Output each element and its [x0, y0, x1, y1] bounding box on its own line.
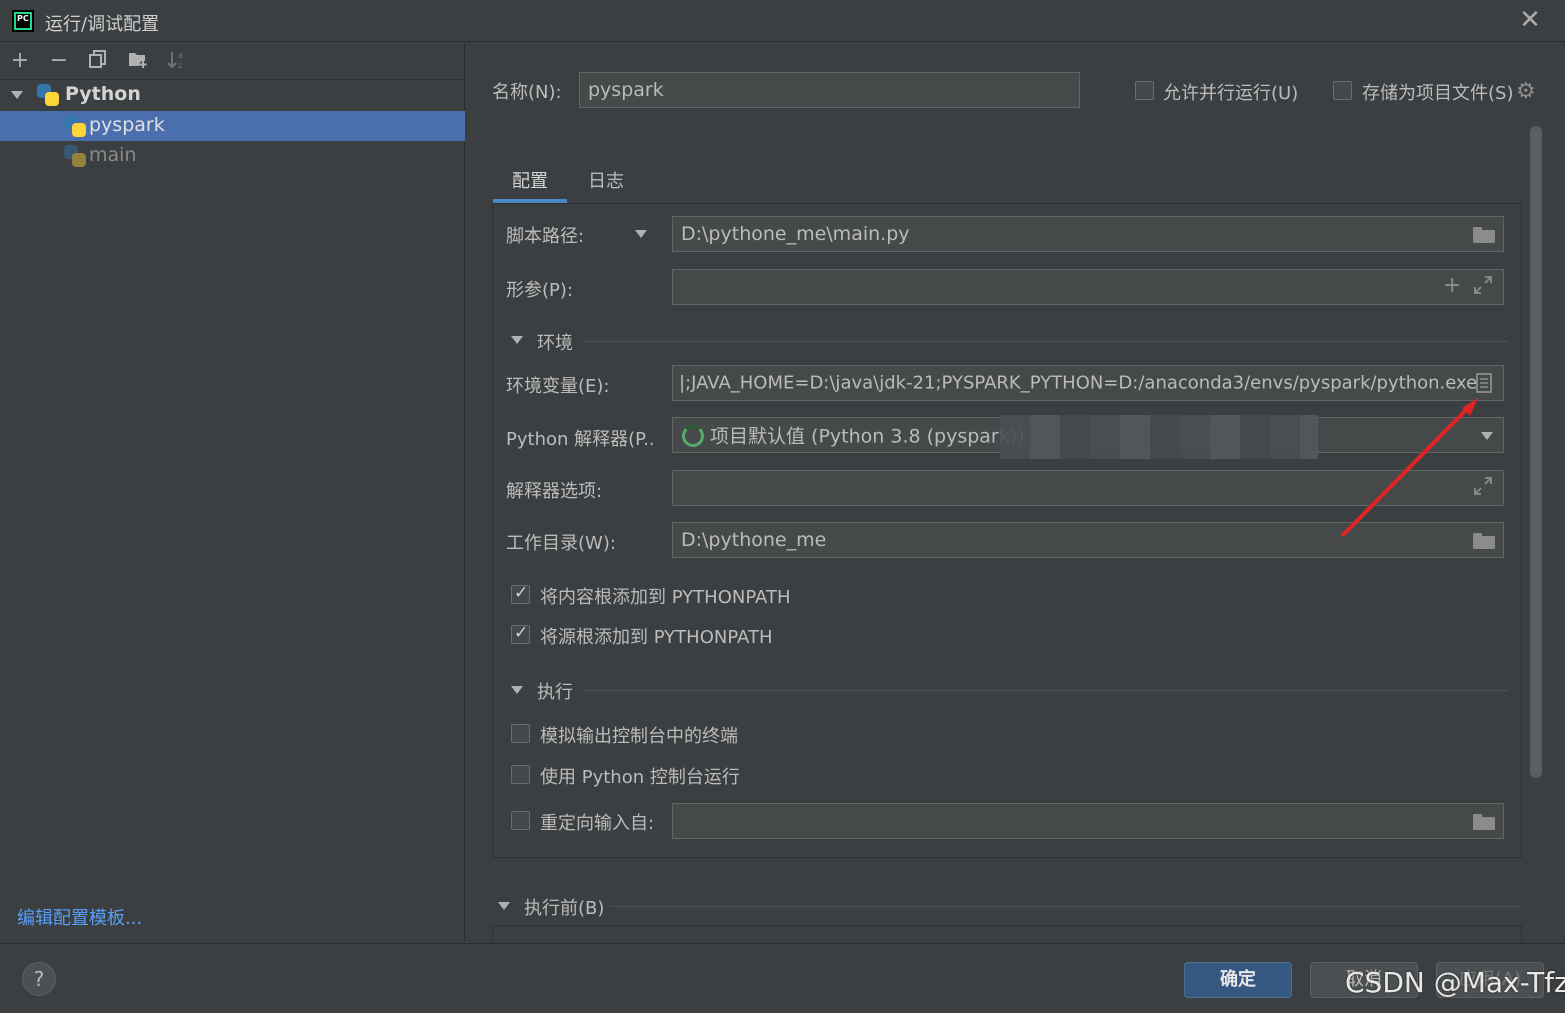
emulate-terminal-checkbox[interactable]: [511, 724, 530, 743]
emulate-terminal-label: 模拟输出控制台中的终端: [540, 726, 738, 747]
allow-parallel-checkbox[interactable]: [1135, 81, 1154, 100]
before-launch-panel: [492, 925, 1522, 943]
folder-icon[interactable]: [1473, 814, 1495, 830]
tree-item-pyspark[interactable]: pyspark: [0, 111, 465, 141]
tree-root-label: Python: [65, 83, 141, 105]
name-input[interactable]: pyspark: [579, 72, 1080, 108]
sort-icon[interactable]: az: [165, 49, 189, 73]
new-folder-icon[interactable]: [126, 49, 150, 73]
store-as-file-checkbox[interactable]: [1333, 81, 1352, 100]
csdn-watermark: CSDN @Max-Tfz: [1345, 966, 1565, 999]
python-icon: [64, 115, 86, 137]
interpreter-label: Python 解释器(P..: [506, 429, 655, 450]
add-source-roots-checkbox[interactable]: [511, 623, 530, 644]
add-source-roots-label: 将源根添加到 PYTHONPATH: [540, 627, 773, 648]
python-console-label: 使用 Python 控制台运行: [540, 767, 740, 788]
env-section-title: 环境: [537, 333, 573, 354]
tree-node-python[interactable]: Python: [0, 80, 465, 110]
redirect-input-label: 重定向输入自:: [540, 813, 655, 834]
python-icon: [64, 145, 86, 167]
svg-text:z: z: [178, 61, 182, 70]
script-type-dropdown-icon[interactable]: [635, 230, 647, 238]
script-path-value: D:\pythone_me\main.py: [681, 223, 910, 245]
ok-button[interactable]: 确定: [1184, 962, 1292, 998]
sidebar-toolbar: + − az: [0, 43, 465, 80]
title-bar: [0, 0, 1565, 42]
chevron-down-icon[interactable]: [11, 91, 23, 99]
tree-item-label: main: [89, 144, 137, 166]
copy-icon[interactable]: [86, 49, 110, 73]
remove-icon[interactable]: −: [47, 49, 71, 73]
redirect-input-field[interactable]: [672, 803, 1504, 839]
spinner-icon: [682, 425, 704, 447]
exec-section-collapse-icon[interactable]: [511, 686, 523, 694]
help-button[interactable]: ?: [22, 962, 56, 996]
svg-text:a: a: [178, 51, 183, 60]
annotation-arrow: [1340, 398, 1478, 538]
before-launch-collapse-icon[interactable]: [498, 902, 510, 910]
add-icon[interactable]: +: [8, 49, 32, 73]
window-title: 运行/调试配置: [45, 14, 160, 35]
pycharm-app-icon: PC: [12, 10, 34, 32]
env-vars-label: 环境变量(E):: [506, 376, 610, 397]
python-icon: [37, 84, 59, 106]
interpreter-options-label: 解释器选项:: [506, 481, 603, 502]
expand-icon[interactable]: [1473, 275, 1493, 300]
gear-icon[interactable]: ⚙: [1516, 79, 1536, 104]
add-content-roots-label: 将内容根添加到 PYTHONPATH: [540, 587, 791, 608]
tree-item-label: pyspark: [89, 114, 165, 136]
exec-section-title: 执行: [537, 682, 573, 703]
add-content-roots-checkbox[interactable]: [511, 583, 530, 604]
configurations-sidebar: [0, 43, 465, 942]
env-section-divider: [584, 341, 1508, 342]
exec-section-divider: [584, 690, 1508, 691]
allow-parallel-label: 允许并行运行(U): [1163, 83, 1299, 104]
tab-config[interactable]: 配置: [512, 167, 548, 193]
edit-templates-link[interactable]: 编辑配置模板...: [17, 904, 142, 930]
add-icon[interactable]: +: [1443, 273, 1461, 298]
params-label: 形参(P):: [506, 280, 573, 301]
name-input-value: pyspark: [588, 79, 664, 101]
tab-logs[interactable]: 日志: [588, 167, 624, 193]
interpreter-value: 项目默认值 (Python 3.8 (pyspark)): [710, 425, 1025, 448]
store-as-file-label: 存储为项目文件(S): [1362, 83, 1514, 104]
close-icon[interactable]: ✕: [1516, 6, 1544, 34]
working-dir-label: 工作目录(W):: [506, 533, 616, 554]
tree-item-main[interactable]: main: [0, 141, 465, 171]
redirect-input-checkbox[interactable]: [511, 811, 530, 830]
params-input[interactable]: +: [672, 269, 1504, 305]
name-label: 名称(N):: [492, 82, 562, 103]
redacted-region: [1000, 415, 1318, 459]
before-launch-divider: [610, 906, 1522, 907]
folder-icon[interactable]: [1473, 227, 1495, 243]
env-section-collapse-icon[interactable]: [511, 336, 523, 344]
before-launch-title: 执行前(B): [524, 898, 605, 919]
script-path-label: 脚本路径:: [506, 226, 585, 247]
working-dir-value: D:\pythone_me: [681, 529, 827, 551]
vertical-scrollbar[interactable]: [1530, 126, 1542, 778]
app-icon-text: PC: [17, 14, 29, 23]
python-console-checkbox[interactable]: [511, 765, 530, 784]
script-path-input[interactable]: D:\pythone_me\main.py: [672, 216, 1504, 252]
